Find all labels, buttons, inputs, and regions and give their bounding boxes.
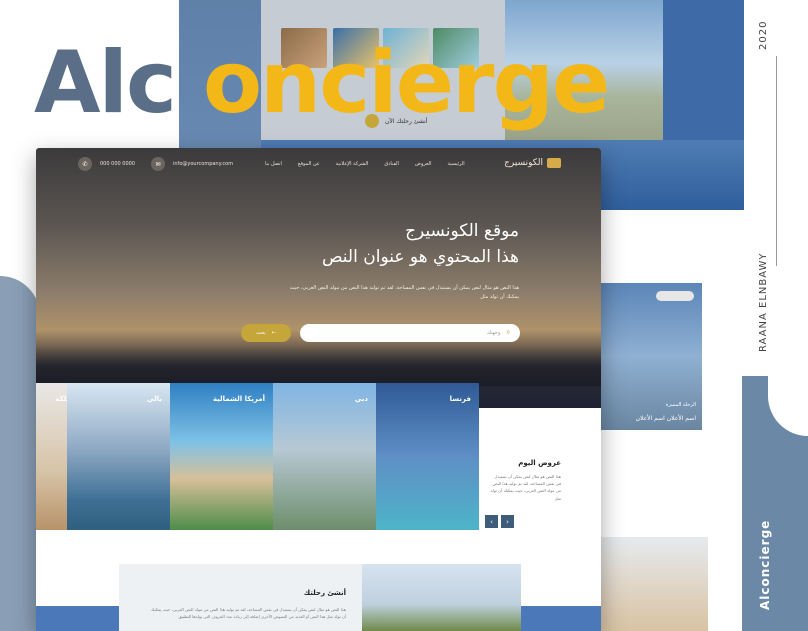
phone-number[interactable]: 000 000 0000	[100, 161, 135, 167]
main-website-mockup: الكونسيرج الرئيسية العروض الفنادق الشركة…	[36, 148, 601, 631]
destination-card-dubai[interactable]: دبي	[273, 383, 376, 530]
desert-camel-photo	[598, 537, 708, 631]
decorative-band-left	[0, 276, 40, 631]
destination-label: المملكة	[55, 395, 67, 403]
vertical-divider	[776, 56, 777, 266]
palm-tree-photo	[362, 564, 521, 631]
search-input[interactable]: وجهتك ⚲	[300, 324, 520, 342]
site-logo[interactable]: الكونسيرج	[504, 158, 561, 168]
presentation-canvas: أنشئ رحلتك الآن Alc oncierge 2020 RAANA …	[0, 0, 808, 631]
nav-item-offers[interactable]: العروض	[415, 161, 432, 167]
side-card-caption: الرحلة المميزة	[665, 402, 696, 408]
location-pin-icon: ⚲	[506, 330, 510, 336]
skyline-image	[36, 346, 601, 386]
logo-text: الكونسيرج	[504, 158, 543, 168]
nav-item-hotels[interactable]: الفنادق	[384, 161, 399, 167]
side-card-title: اسم الأعلان اسم الأعلان	[635, 415, 696, 422]
destination-label: فرنسا	[449, 395, 471, 403]
brand-title: Alc oncierge	[34, 40, 610, 126]
year-label: 2020	[758, 20, 769, 50]
hero-section: الكونسيرج الرئيسية العروض الفنادق الشركة…	[36, 148, 601, 408]
destination-label: بالي	[147, 395, 162, 403]
hero-title-line2: هذا المحتوي هو عنوان النص	[321, 246, 519, 267]
hero-title-line1: موقع الكونسيرج	[405, 221, 519, 241]
trip-text: هذا النص هو مثال لنص يمكن أن يستبدل في ن…	[151, 607, 346, 620]
top-navigation: الكونسيرج الرئيسية العروض الفنادق الشركة…	[36, 148, 601, 182]
search-button[interactable]: بحث ←	[241, 324, 291, 342]
create-trip-card: أنشئ رحلتك هذا النص هو مثال لنص يمكن أن …	[119, 564, 362, 631]
destination-card-bali[interactable]: بالي	[67, 383, 170, 530]
email-address[interactable]: info@yourcompany.com	[173, 161, 233, 167]
search-button-label: بحث	[256, 330, 266, 336]
next-arrow-icon[interactable]: ›	[501, 515, 514, 528]
featured-trip-card[interactable]: الرحلة المميزة اسم الأعلان اسم الأعلان	[598, 283, 702, 430]
hero-title: موقع الكونسيرج هذا المحتوي هو عنوان النص	[322, 219, 519, 270]
destination-card-north-america[interactable]: أمريكا الشمالية	[170, 383, 273, 530]
arrow-left-icon: ←	[271, 330, 276, 336]
project-name-label: Alconcierge	[758, 519, 772, 610]
offers-text: هذا النص هو مثال لنص يمكن أن يستبدل في ن…	[490, 474, 561, 501]
rating-badge	[656, 291, 694, 301]
trip-title: أنشئ رحلتك	[303, 589, 346, 597]
nav-menu: الرئيسية العروض الفنادق الشركة الإعلانية…	[265, 161, 465, 167]
hero-description: هذا النص هو مثال لنص يمكن أن يستبدل في ن…	[289, 285, 519, 300]
offers-title: عروض اليوم	[518, 459, 561, 467]
destination-label: أمريكا الشمالية	[212, 395, 265, 403]
destination-label: دبي	[354, 395, 368, 403]
destination-card-france[interactable]: فرنسا	[376, 383, 479, 530]
mail-icon[interactable]: ✉	[151, 157, 165, 171]
search-placeholder: وجهتك	[486, 330, 501, 336]
contact-info: ✆ 000 000 0000 ✉ info@yourcompany.com	[78, 157, 233, 171]
destination-card-kingdom[interactable]: المملكة	[36, 383, 67, 530]
nav-item-about[interactable]: عن الموقع	[298, 161, 320, 167]
nav-item-home[interactable]: الرئيسية	[447, 161, 464, 167]
nav-item-contact[interactable]: اتصل بنا	[265, 161, 282, 167]
brand-title-part2: oncierge	[202, 33, 610, 133]
phone-icon[interactable]: ✆	[78, 157, 92, 171]
prev-arrow-icon[interactable]: ‹	[485, 515, 498, 528]
nav-item-advertising[interactable]: الشركة الإعلانية	[336, 161, 369, 167]
author-label: RAANA ELNBAWY	[758, 252, 769, 352]
brand-title-part1: Alc	[34, 33, 177, 133]
logo-icon	[547, 158, 561, 168]
